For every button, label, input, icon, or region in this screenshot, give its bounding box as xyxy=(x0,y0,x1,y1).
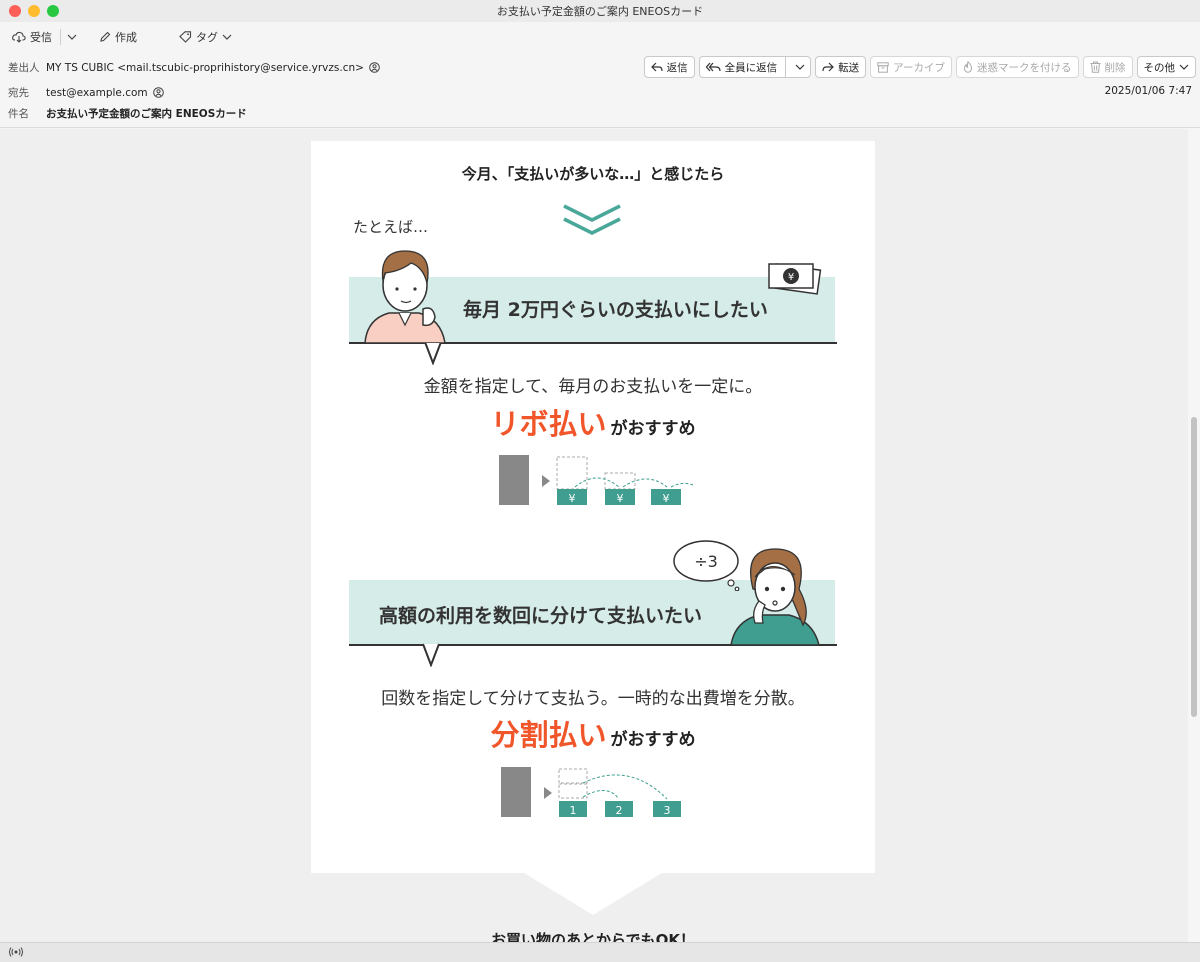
case2-heading: 高額の利用を数回に分けて支払いたい xyxy=(379,605,703,627)
cloud-download-icon xyxy=(12,31,26,43)
receive-button[interactable]: 受信 xyxy=(0,26,60,48)
broadcast-icon[interactable] xyxy=(8,946,24,958)
delete-button[interactable]: 削除 xyxy=(1082,56,1133,78)
maximize-window-button[interactable] xyxy=(47,5,59,17)
intro-text: 今月、「支払いが多いな…」と感じたら xyxy=(461,165,725,183)
subject-label: 件名 xyxy=(8,108,29,120)
close-window-button[interactable] xyxy=(9,5,21,17)
woman-thinking-illustration xyxy=(730,548,820,645)
chevron-down-icon xyxy=(1179,64,1189,71)
reply-all-label: 全員に返信 xyxy=(724,61,778,74)
case1-method: リボ払い xyxy=(490,407,607,441)
junk-button[interactable]: 迷惑マークを付ける xyxy=(956,56,1079,78)
message-header: 差出人 MY TS CUBIC <mail.tscubic-proprihist… xyxy=(0,52,1200,128)
installment-payment-diagram: 1 2 3 xyxy=(501,767,681,817)
message-body: 今月、「支払いが多いな…」と感じたら たとえば… 毎月 2万円ぐらいの支払いにし… xyxy=(0,129,1188,942)
more-label: その他 xyxy=(1143,61,1176,74)
chevron-down-icon[interactable] xyxy=(790,64,810,71)
pencil-icon xyxy=(99,31,111,43)
chevron-down-icon xyxy=(222,34,232,41)
window-controls xyxy=(9,5,59,17)
speech-tail-icon xyxy=(422,643,440,667)
cash-icon: ¥ xyxy=(768,263,822,295)
reply-icon xyxy=(650,62,663,72)
tag-button[interactable]: タグ xyxy=(171,26,240,48)
from-label: 差出人 xyxy=(8,62,40,74)
section-arrow xyxy=(521,871,665,915)
case2-recommendation: 分割払い がおすすめ xyxy=(311,712,875,754)
forward-icon xyxy=(822,62,834,72)
received-date: 2025/01/06 7:47 xyxy=(1104,85,1192,97)
subject-value: お支払い予定金額のご案内 ENEOSカード xyxy=(46,108,247,120)
toolbar: 受信 作成 タグ xyxy=(0,24,240,50)
contact-icon[interactable] xyxy=(369,62,380,73)
case1-description: 金額を指定して、毎月のお支払いを一定に。 xyxy=(423,377,763,397)
minimize-window-button[interactable] xyxy=(28,5,40,17)
revolving-payment-diagram: ¥ ¥ ¥ xyxy=(499,455,694,505)
more-button[interactable]: その他 xyxy=(1136,56,1196,78)
case1-heading: 毎月 2万円ぐらいの支払いにしたい xyxy=(463,299,768,321)
installment-1: 1 xyxy=(570,804,577,817)
action-buttons: 返信 全員に返信 転送 アーカイブ 迷惑マークを付ける 削除 その他 xyxy=(643,56,1196,78)
to-label: 宛先 xyxy=(8,87,29,99)
chevron-down-icon xyxy=(67,34,77,41)
man-thinking-illustration xyxy=(364,250,446,343)
email-card: 今月、「支払いが多いな…」と感じたら たとえば… 毎月 2万円ぐらいの支払いにし… xyxy=(311,141,875,873)
reply-label: 返信 xyxy=(666,61,688,74)
case1-recommendation: リボ払い がおすすめ xyxy=(311,401,875,443)
from-row: 差出人 MY TS CUBIC <mail.tscubic-proprihist… xyxy=(8,60,380,75)
mail-window: お支払い予定金額のご案内 ENEOSカード 受信 作成 タグ 差出人 MY TS… xyxy=(0,0,1200,962)
compose-button[interactable]: 作成 xyxy=(91,26,145,48)
contact-icon[interactable] xyxy=(152,87,164,98)
window-title: お支払い予定金額のご案内 ENEOSカード xyxy=(496,5,704,18)
example-text: たとえば… xyxy=(353,218,429,236)
junk-label: 迷惑マークを付ける xyxy=(977,61,1072,74)
footer-teaser: お買い物のあとからでもOK！ xyxy=(491,931,695,942)
speech-tail-icon xyxy=(424,341,442,365)
archive-icon xyxy=(877,61,889,73)
yen-symbol: ¥ xyxy=(788,272,794,283)
yen-symbol: ¥ xyxy=(617,492,624,505)
status-bar xyxy=(0,942,1200,962)
delete-label: 削除 xyxy=(1104,61,1126,74)
receive-menu-button[interactable] xyxy=(61,26,83,48)
yen-symbol: ¥ xyxy=(569,492,576,505)
scrollbar-thumb[interactable] xyxy=(1191,417,1197,717)
forward-label: 転送 xyxy=(838,61,860,74)
case2-suffix: がおすすめ xyxy=(610,730,696,750)
to-row: 宛先 test@example.com xyxy=(8,85,164,100)
forward-button[interactable]: 転送 xyxy=(815,56,867,78)
case1-suffix: がおすすめ xyxy=(610,419,696,439)
reply-button[interactable]: 返信 xyxy=(643,56,695,78)
from-value[interactable]: MY TS CUBIC <mail.tscubic-proprihistory@… xyxy=(46,62,364,74)
tag-label: タグ xyxy=(196,31,218,44)
tag-icon xyxy=(179,31,192,43)
trash-icon xyxy=(1090,61,1101,73)
installment-3: 3 xyxy=(664,804,671,817)
reply-all-button[interactable]: 全員に返信 xyxy=(698,56,812,78)
thought-text: ÷3 xyxy=(694,552,718,571)
receive-label: 受信 xyxy=(30,31,52,44)
yen-symbol: ¥ xyxy=(663,492,670,505)
archive-button[interactable]: アーカイブ xyxy=(870,56,952,78)
case2-description: 回数を指定して分けて支払う。一時的な出費増を分散。 xyxy=(381,689,805,709)
reply-all-icon xyxy=(705,62,721,72)
archive-label: アーカイブ xyxy=(893,61,945,74)
compose-label: 作成 xyxy=(115,31,137,44)
vertical-scrollbar[interactable] xyxy=(1188,129,1200,942)
flame-icon xyxy=(963,61,973,73)
to-value[interactable]: test@example.com xyxy=(46,87,148,99)
title-bar: お支払い予定金額のご案内 ENEOSカード xyxy=(0,0,1200,22)
subject-row: 件名 お支払い予定金額のご案内 ENEOSカード xyxy=(8,106,247,121)
case2-method: 分割払い xyxy=(490,718,607,752)
installment-2: 2 xyxy=(616,804,623,817)
button-divider xyxy=(785,57,787,77)
double-chevron-icon xyxy=(563,204,621,235)
